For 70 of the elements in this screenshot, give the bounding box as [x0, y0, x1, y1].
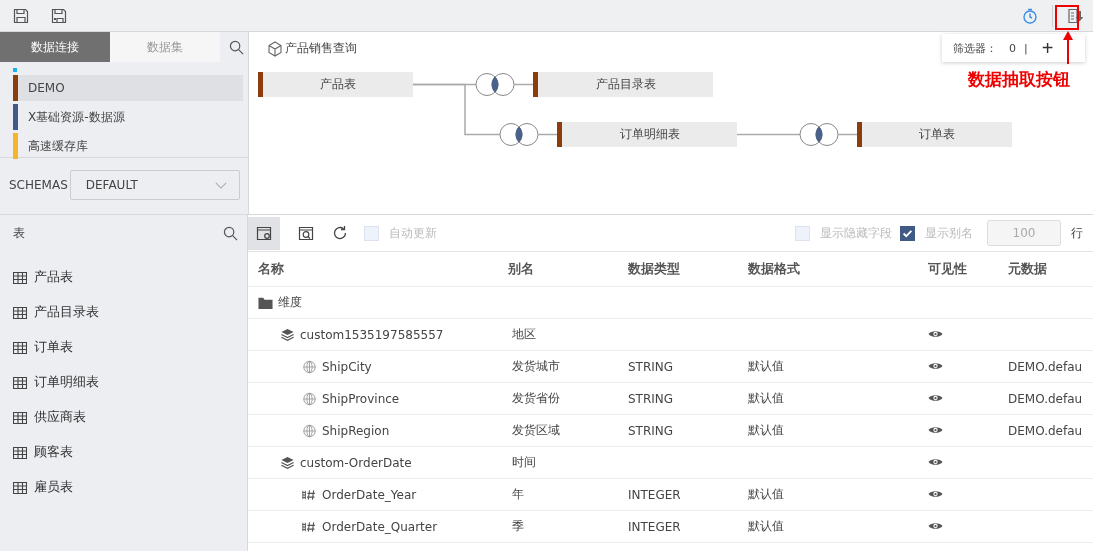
connection-item[interactable]: X基础资源-数据源	[13, 104, 243, 130]
field-name: ShipCity	[322, 359, 372, 374]
field-row[interactable]: 维度	[248, 287, 1093, 319]
field-name: OrderDate_Year	[322, 487, 417, 502]
table-cell-text: INTEGER	[628, 519, 682, 534]
field-row[interactable]: ShipProvince 发货省份 STRING 默认值 DEMO.defau	[248, 383, 1093, 415]
annotation-label: 数据抽取按钮	[968, 68, 1070, 91]
table-cell-text: 年	[511, 486, 525, 503]
add-filter-button[interactable]: +	[1041, 38, 1054, 58]
sidebar-tab[interactable]: 数据连接	[0, 32, 110, 62]
table-item[interactable]: 产品目录表	[13, 295, 242, 330]
filter-separator: |	[1024, 41, 1028, 55]
column-header: 可见性	[928, 260, 968, 278]
table-cell-text: 地区	[511, 326, 537, 343]
field-row[interactable]: OrderDate_Quarter 季 INTEGER 默认值	[248, 511, 1093, 543]
query-title: 产品销售查询	[285, 40, 357, 57]
filter-label: 筛选器：	[953, 40, 997, 56]
table-item[interactable]: 雇员表	[13, 470, 242, 505]
table-cell-text: 默认值	[748, 486, 785, 503]
field-name: custom-OrderDate	[300, 455, 412, 470]
table-cell-text: DEMO.defau	[1008, 359, 1084, 374]
table-item[interactable]: 订单表	[13, 330, 242, 365]
table-cell-text: 时间	[511, 454, 537, 471]
table-cell-text: STRING	[628, 391, 675, 406]
table-cell-text: 发货区域	[511, 422, 561, 439]
table-cell-text: 发货省份	[511, 390, 561, 407]
field-name: custom1535197585557	[300, 327, 444, 342]
table-node[interactable]: 产品表	[258, 72, 413, 97]
table-cell-text: 发货城市	[511, 358, 561, 375]
field-row[interactable]: ShipRegion 发货区域 STRING 默认值 DEMO.defau	[248, 415, 1093, 447]
tables-heading: 表	[13, 224, 25, 242]
table-cell-text: 默认值	[748, 518, 785, 535]
field-row[interactable]: custom1535197585557 地区	[248, 319, 1093, 351]
table-cell-text: STRING	[628, 423, 675, 438]
table-item[interactable]: 订单明细表	[13, 365, 242, 400]
column-header: 数据类型	[628, 260, 681, 278]
column-header: 数据格式	[748, 260, 801, 278]
field-name: 维度	[278, 294, 302, 311]
connection-item[interactable]: DEMO	[13, 75, 243, 101]
field-name: ShipProvince	[322, 391, 400, 406]
table-item[interactable]: 供应商表	[13, 400, 242, 435]
table-item[interactable]: 产品表	[13, 260, 242, 295]
filter-count: 0	[1009, 41, 1016, 55]
table-cell-text: 默认值	[748, 422, 785, 439]
column-header: 名称	[257, 260, 285, 278]
table-cell-text: DEMO.defau	[1008, 391, 1084, 406]
table-cell-text: 季	[511, 518, 525, 535]
field-row[interactable]: ShipCity 发货城市 STRING 默认值 DEMO.defau	[248, 351, 1093, 383]
field-name: ShipRegion	[322, 423, 390, 438]
checkbox-label: 自动更新	[389, 224, 437, 242]
table-cell-text: STRING	[628, 359, 675, 374]
rows-unit: 行	[1071, 224, 1083, 242]
table-cell-text: 默认值	[748, 390, 785, 407]
table-cell-text: DEMO.defau	[1008, 423, 1084, 438]
field-row[interactable]: OrderDate_Year 年 INTEGER 默认值	[248, 479, 1093, 511]
checkbox-label: 显示别名	[925, 224, 973, 242]
table-node[interactable]: 产品目录表	[533, 72, 713, 97]
table-node[interactable]: 订单表	[857, 122, 1012, 147]
column-header: 元数据	[1008, 260, 1048, 278]
table-node[interactable]: 订单明细表	[557, 122, 737, 147]
field-row[interactable]: custom-OrderDate 时间	[248, 447, 1093, 479]
connection-item[interactable]: 高速缓存库	[13, 133, 243, 159]
schema-dropdown[interactable]: DEFAULT	[69, 170, 240, 200]
table-cell-text: 默认值	[748, 358, 785, 375]
schemas-label: SCHEMAS	[9, 178, 68, 192]
column-header: 别名	[508, 260, 535, 278]
table-item[interactable]: 顾客表	[13, 435, 242, 470]
table-cell-text: INTEGER	[628, 487, 682, 502]
checkbox-label: 显示隐藏字段	[820, 224, 892, 242]
field-name: OrderDate_Quarter	[322, 519, 438, 534]
